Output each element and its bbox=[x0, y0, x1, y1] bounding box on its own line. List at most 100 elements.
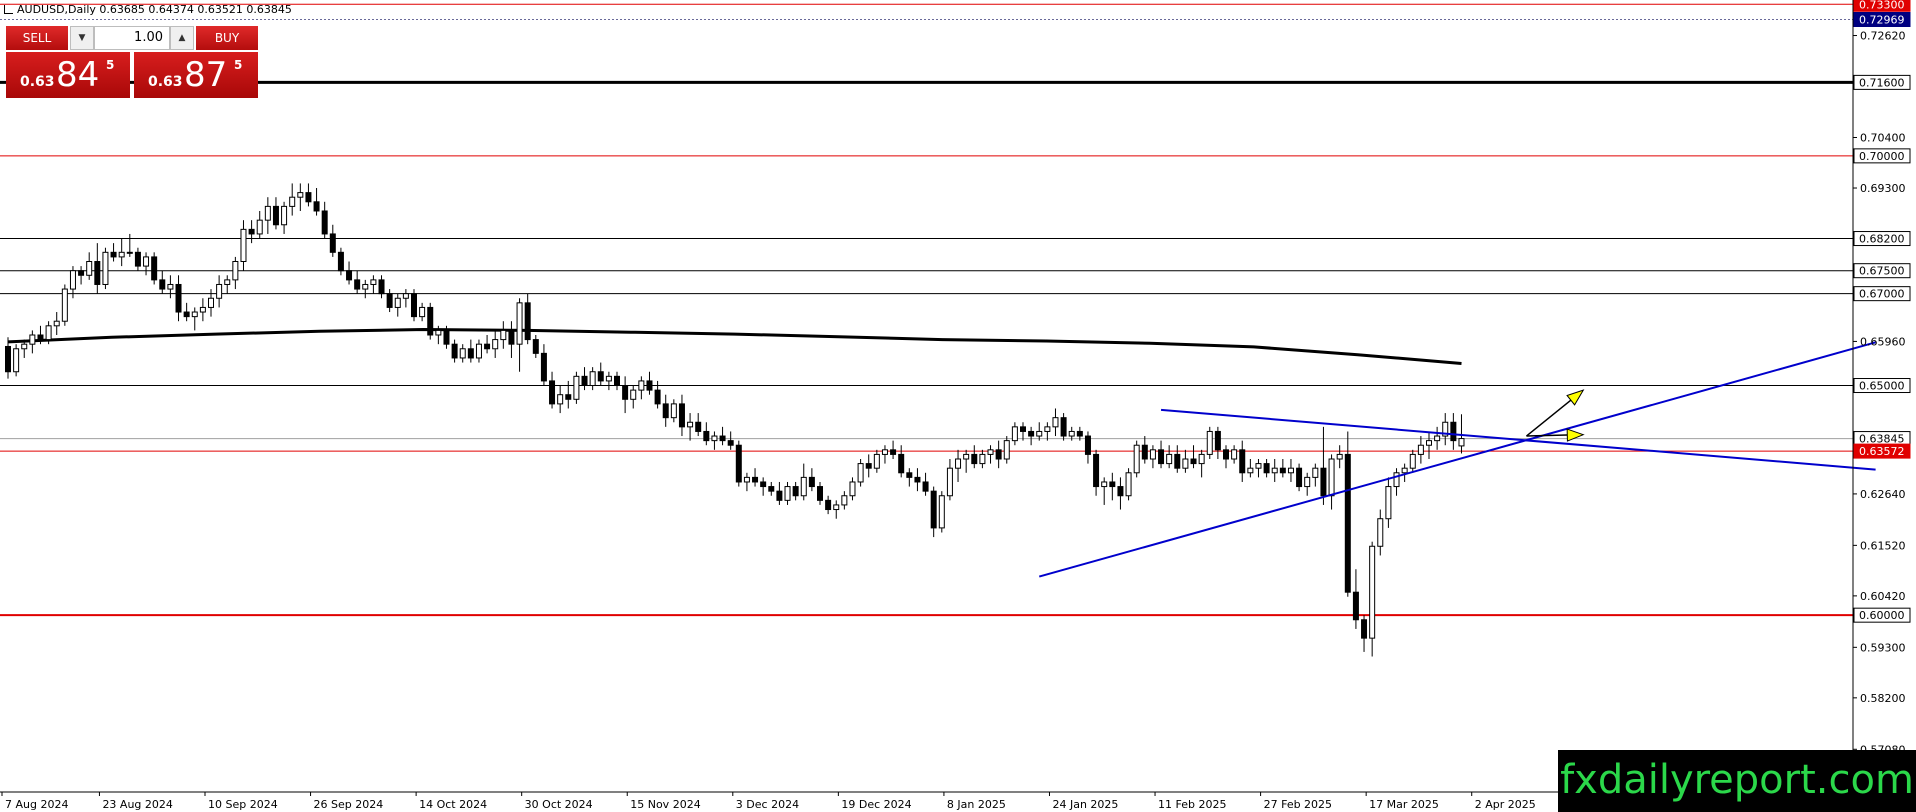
time-tick-label: 3 Dec 2024 bbox=[736, 798, 799, 811]
candle-body bbox=[1060, 417, 1067, 437]
candle bbox=[102, 247, 109, 290]
time-tick-label: 8 Jan 2025 bbox=[947, 798, 1006, 811]
candle-body bbox=[183, 311, 190, 318]
candle-body bbox=[792, 486, 799, 497]
candle-body bbox=[232, 261, 239, 281]
candle-body bbox=[1206, 430, 1213, 455]
candle-body bbox=[1336, 453, 1343, 460]
candle-body bbox=[1133, 444, 1140, 474]
candle-body bbox=[1417, 444, 1424, 455]
candle-body bbox=[662, 403, 669, 419]
candle-body bbox=[1214, 430, 1221, 451]
candle-body bbox=[1174, 453, 1181, 469]
candle-body bbox=[1434, 435, 1441, 442]
candle-body bbox=[86, 261, 93, 276]
candle-body bbox=[78, 270, 85, 276]
one-click-trading-panel: SELL ▼ 1.00 ▲ BUY 0.63 84 5 0.63 87 5 bbox=[6, 26, 258, 98]
lot-size-input[interactable]: 1.00 bbox=[94, 26, 170, 50]
candle-body bbox=[289, 196, 296, 207]
price-level-tag: 0.67500 bbox=[1853, 263, 1911, 279]
time-tick-label: 14 Oct 2024 bbox=[419, 798, 487, 811]
candle-body bbox=[21, 343, 28, 350]
candle-body bbox=[281, 205, 288, 226]
time-tick-label: 24 Jan 2025 bbox=[1052, 798, 1118, 811]
sell-price-button[interactable]: 0.63 84 5 bbox=[6, 52, 130, 98]
candle-body bbox=[906, 472, 913, 478]
candle-body bbox=[143, 256, 150, 267]
candle-body bbox=[890, 449, 897, 455]
candle-body bbox=[256, 219, 263, 235]
price-chart[interactable]: 0.72620 0.70400 0.69300 0.65960 0.62640 0.615… bbox=[0, 0, 1916, 812]
candle-body bbox=[914, 476, 921, 483]
buy-button[interactable]: BUY bbox=[196, 26, 258, 50]
candle-body bbox=[654, 389, 661, 405]
buy-price-button[interactable]: 0.63 87 5 bbox=[134, 52, 258, 98]
candle-body bbox=[45, 325, 52, 341]
price-level-tag: 0.63572 bbox=[1853, 443, 1911, 459]
candle-body bbox=[768, 486, 775, 492]
price-level-tag-label: 0.60000 bbox=[1859, 609, 1905, 622]
price-tick-label: 0.59300 bbox=[1860, 641, 1906, 654]
candle-body bbox=[362, 283, 369, 290]
price-level-tag: 0.71600 bbox=[1853, 74, 1911, 90]
candle-body bbox=[719, 435, 726, 442]
candle-body bbox=[987, 449, 994, 455]
candle-body bbox=[1401, 467, 1408, 474]
candle-body bbox=[370, 279, 377, 285]
price-level-tag-label: 0.67500 bbox=[1859, 265, 1905, 278]
candle-body bbox=[419, 306, 426, 318]
candle-body bbox=[865, 463, 872, 469]
time-tick-label: 10 Sep 2024 bbox=[208, 798, 278, 811]
price-level-tag-label: 0.67000 bbox=[1859, 288, 1905, 301]
candle-body bbox=[5, 345, 11, 373]
candle-body bbox=[459, 348, 466, 359]
candle-body bbox=[1011, 426, 1018, 442]
price-level-tag: 0.60000 bbox=[1853, 607, 1911, 623]
candle-body bbox=[216, 283, 223, 299]
candle-body bbox=[1052, 417, 1059, 428]
time-tick-label: 27 Feb 2025 bbox=[1264, 798, 1332, 811]
candle-body bbox=[1426, 440, 1432, 446]
price-tick-label: 0.60420 bbox=[1860, 590, 1906, 603]
lot-increase-icon[interactable]: ▲ bbox=[170, 26, 194, 50]
candle-body bbox=[776, 490, 783, 501]
candle-body bbox=[1141, 444, 1148, 460]
candle-body bbox=[134, 251, 141, 267]
time-tick-label: 11 Feb 2025 bbox=[1158, 798, 1226, 811]
candle-body bbox=[841, 495, 848, 506]
candle-body bbox=[727, 440, 734, 446]
candle-body bbox=[589, 371, 596, 387]
candle-body bbox=[378, 279, 385, 295]
lot-decrease-icon[interactable]: ▼ bbox=[70, 26, 94, 50]
buy-price-main: 87 bbox=[184, 55, 228, 95]
candle-body bbox=[1304, 476, 1311, 488]
sell-price-main: 84 bbox=[56, 55, 100, 95]
candle-body bbox=[443, 329, 450, 345]
candle-body bbox=[102, 251, 109, 285]
candle-body bbox=[800, 476, 807, 497]
candle bbox=[411, 289, 417, 322]
candle-body bbox=[451, 343, 458, 359]
candle-body bbox=[857, 463, 864, 483]
candle-body bbox=[467, 348, 474, 359]
candle-body bbox=[1076, 430, 1083, 437]
chart-background bbox=[0, 0, 1916, 812]
candle-body bbox=[825, 499, 832, 511]
candle-body bbox=[1036, 430, 1043, 437]
price-level-tag-label: 0.70000 bbox=[1859, 150, 1905, 163]
candle bbox=[1003, 436, 1010, 464]
candle-body bbox=[1361, 619, 1368, 639]
price-level-tag: 0.68200 bbox=[1853, 231, 1911, 247]
candle-body bbox=[337, 251, 344, 272]
candle-body bbox=[151, 256, 158, 281]
candle-body bbox=[995, 449, 1002, 460]
candle-body bbox=[1393, 472, 1400, 488]
candle-body bbox=[394, 297, 401, 308]
candle-body bbox=[565, 394, 572, 400]
sell-button[interactable]: SELL bbox=[6, 26, 68, 50]
candle-body bbox=[1312, 467, 1319, 478]
candle-body bbox=[159, 279, 166, 290]
candle-body bbox=[435, 329, 442, 336]
time-tick-label: 23 Aug 2024 bbox=[102, 798, 172, 811]
candle-body bbox=[630, 389, 637, 400]
